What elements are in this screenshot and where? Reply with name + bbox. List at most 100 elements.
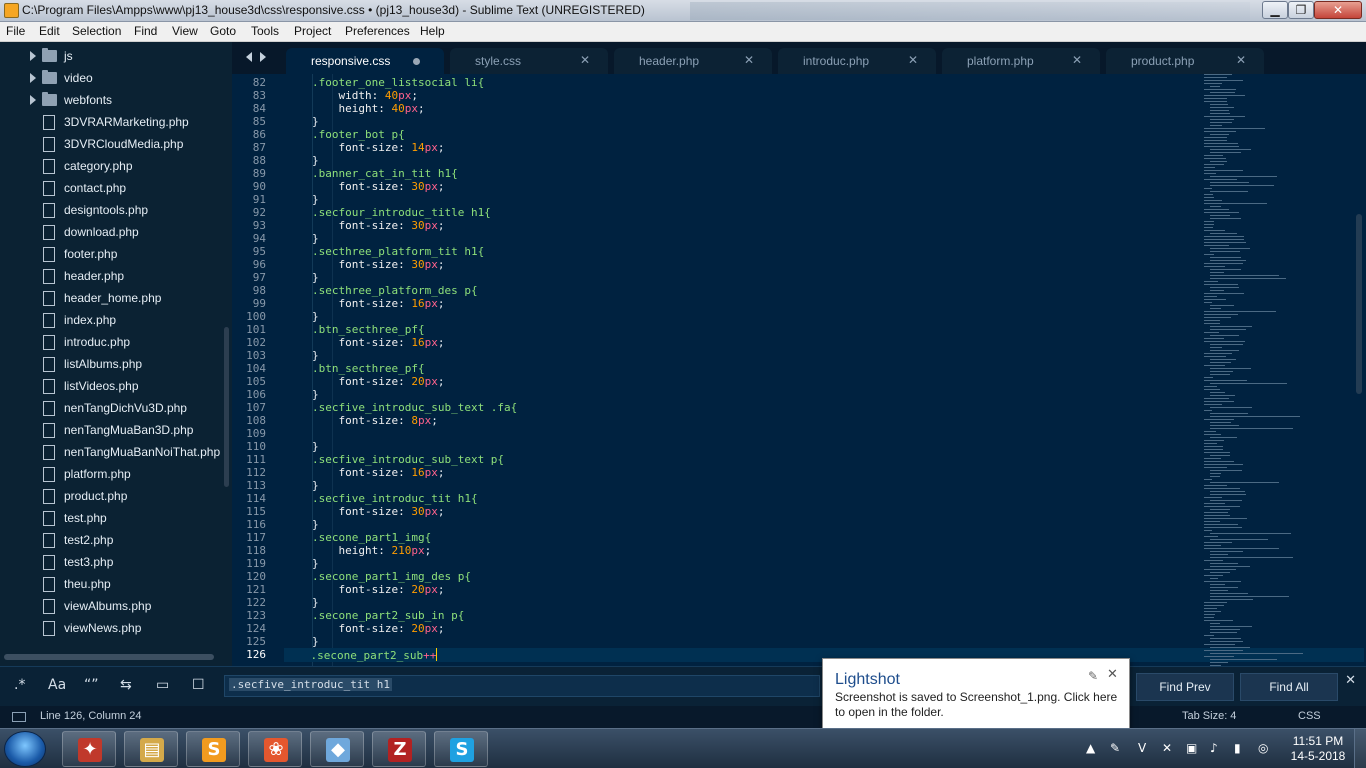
menu-find[interactable]: Find <box>134 24 157 38</box>
sidebar-file-item[interactable]: nenTangMuaBan3D.php <box>0 420 232 442</box>
sidebar-folder-js[interactable]: js <box>0 46 232 68</box>
taskbar-app-app-1[interactable]: ✦ <box>62 731 116 767</box>
sidebar-file-item[interactable]: nenTangMuaBanNoiThat.php <box>0 442 232 464</box>
sidebar-file-item[interactable]: index.php <box>0 310 232 332</box>
sidebar-file-item[interactable]: product.php <box>0 486 232 508</box>
sidebar-file-item[interactable]: 3DVRCloudMedia.php <box>0 134 232 156</box>
menu-preferences[interactable]: Preferences <box>345 24 410 38</box>
editor-vertical-scrollbar[interactable] <box>1356 214 1362 394</box>
tray-icon[interactable]: ▣ <box>1186 741 1197 755</box>
sidebar-file-item[interactable]: 3DVRARMarketing.php <box>0 112 232 134</box>
tab-size[interactable]: Tab Size: 4 <box>1182 710 1236 722</box>
find-prev-button[interactable]: Find Prev <box>1136 673 1234 701</box>
menu-file[interactable]: File <box>6 24 25 38</box>
expand-arrow-icon[interactable] <box>30 51 36 61</box>
close-button[interactable]: ✕ <box>1314 1 1362 19</box>
minimap[interactable] <box>1202 74 1332 666</box>
menu-goto[interactable]: Goto <box>210 24 236 38</box>
highlight-matches-toggle[interactable]: ☐ <box>192 677 205 693</box>
tab-1[interactable]: style.css ✕ <box>450 48 608 74</box>
in-selection-toggle[interactable]: ▭ <box>156 677 169 693</box>
taskbar-app-app-4[interactable]: ❀ <box>248 731 302 767</box>
sidebar-folder-video[interactable]: video <box>0 68 232 90</box>
sidebar-file-item[interactable]: header_home.php <box>0 288 232 310</box>
tray-icon[interactable]: V <box>1138 741 1146 755</box>
sidebar-horizontal-scrollbar[interactable] <box>4 654 214 660</box>
sidebar-file-item[interactable]: category.php <box>0 156 232 178</box>
maximize-button[interactable]: ❐ <box>1288 1 1314 19</box>
taskbar-app-explorer[interactable]: ▤ <box>124 731 178 767</box>
sidebar-file-item[interactable]: test.php <box>0 508 232 530</box>
sidebar-file-item[interactable]: platform.php <box>0 464 232 486</box>
menu-tools[interactable]: Tools <box>251 24 279 38</box>
tab-0[interactable]: responsive.css <box>286 48 444 74</box>
sidebar-file-item[interactable]: theu.php <box>0 574 232 596</box>
folder-icon <box>42 48 57 62</box>
show-desktop-button[interactable] <box>1354 729 1366 768</box>
sidebar-file-item[interactable]: test2.php <box>0 530 232 552</box>
syntax-mode[interactable]: CSS <box>1298 710 1321 722</box>
taskbar-app-filezilla[interactable]: Z <box>372 731 426 767</box>
tab-5[interactable]: product.php ✕ <box>1106 48 1264 74</box>
tray-icon[interactable]: ▮ <box>1234 741 1241 755</box>
tray-icon[interactable]: ✎ <box>1110 741 1120 755</box>
notification-body[interactable]: Screenshot is saved to Screenshot_1.png.… <box>835 690 1125 720</box>
sidebar-file-item[interactable]: download.php <box>0 222 232 244</box>
sidebar-vertical-scrollbar[interactable] <box>224 327 229 487</box>
expand-arrow-icon[interactable] <box>30 73 36 83</box>
text-caret <box>436 648 438 661</box>
tray-icon[interactable]: ▲ <box>1086 741 1095 755</box>
taskbar-app-skype[interactable]: S <box>434 731 488 767</box>
sidebar-file-item[interactable]: listVideos.php <box>0 376 232 398</box>
clock[interactable]: 11:51 PM 14-5-2018 <box>1290 734 1346 764</box>
menu-help[interactable]: Help <box>420 24 445 38</box>
sidebar-file-item[interactable]: contact.php <box>0 178 232 200</box>
notification-pin-icon[interactable]: ✎ <box>1088 669 1098 683</box>
tab-close-icon[interactable]: ✕ <box>580 53 590 67</box>
tray-icon[interactable]: ♪ <box>1210 741 1218 755</box>
tab-4[interactable]: platform.php ✕ <box>942 48 1100 74</box>
find-input[interactable]: .secfive_introduc_tit h1 <box>224 675 820 697</box>
menu-project[interactable]: Project <box>294 24 331 38</box>
sidebar-file-item[interactable]: introduc.php <box>0 332 232 354</box>
tray-icon[interactable]: ✕ <box>1162 741 1172 755</box>
taskbar-app-sublime[interactable]: S <box>186 731 240 767</box>
start-button[interactable] <box>4 731 46 767</box>
taskbar-app-app-5[interactable]: ◆ <box>310 731 364 767</box>
find-all-button[interactable]: Find All <box>1240 673 1338 701</box>
notification-close-icon[interactable]: ✕ <box>1107 667 1118 682</box>
code-editor[interactable]: 82 83 84 85 86 87 88 89 90 91 92 93 94 95 96 97 98 99 100 1… <box>232 74 1366 666</box>
sidebar-folder-webfonts[interactable]: webfonts <box>0 90 232 112</box>
code-line: font-size: 20px; <box>312 583 445 596</box>
sidebar-file-item[interactable]: viewAlbums.php <box>0 596 232 618</box>
regex-toggle[interactable]: .* <box>14 677 25 693</box>
sidebar-file-item[interactable]: nenTangDichVu3D.php <box>0 398 232 420</box>
case-sensitive-toggle[interactable]: Aa <box>48 677 66 693</box>
tab-close-icon[interactable]: ✕ <box>1072 53 1082 67</box>
tab-close-icon[interactable]: ✕ <box>744 53 754 67</box>
menu-selection[interactable]: Selection <box>72 24 121 38</box>
tab-2[interactable]: header.php ✕ <box>614 48 772 74</box>
panel-toggle-icon[interactable] <box>12 712 26 722</box>
menu-view[interactable]: View <box>172 24 198 38</box>
tab-close-icon[interactable]: ✕ <box>908 53 918 67</box>
sidebar-file-item[interactable]: designtools.php <box>0 200 232 222</box>
tab-scroll-right-icon[interactable] <box>260 52 266 62</box>
menu-edit[interactable]: Edit <box>39 24 60 38</box>
wrap-toggle[interactable]: ⇆ <box>120 677 132 693</box>
minimize-button[interactable]: ▁ <box>1262 1 1288 19</box>
expand-arrow-icon[interactable] <box>30 95 36 105</box>
tray-icon[interactable]: ◎ <box>1258 741 1268 755</box>
sidebar-file-item[interactable]: footer.php <box>0 244 232 266</box>
tab-close-icon[interactable]: ✕ <box>1236 53 1246 67</box>
sidebar-file-item[interactable]: header.php <box>0 266 232 288</box>
unsaved-dot-icon[interactable] <box>413 58 420 65</box>
lightshot-notification[interactable]: Lightshot ✎ ✕ Screenshot is saved to Scr… <box>822 658 1130 730</box>
sidebar-file-item[interactable]: listAlbums.php <box>0 354 232 376</box>
sidebar-file-item[interactable]: viewNews.php <box>0 618 232 640</box>
tab-scroll-left-icon[interactable] <box>246 52 252 62</box>
tab-3[interactable]: introduc.php ✕ <box>778 48 936 74</box>
whole-word-toggle[interactable]: “” <box>84 677 99 693</box>
sidebar-file-item[interactable]: test3.php <box>0 552 232 574</box>
close-find-icon[interactable]: ✕ <box>1345 673 1356 688</box>
